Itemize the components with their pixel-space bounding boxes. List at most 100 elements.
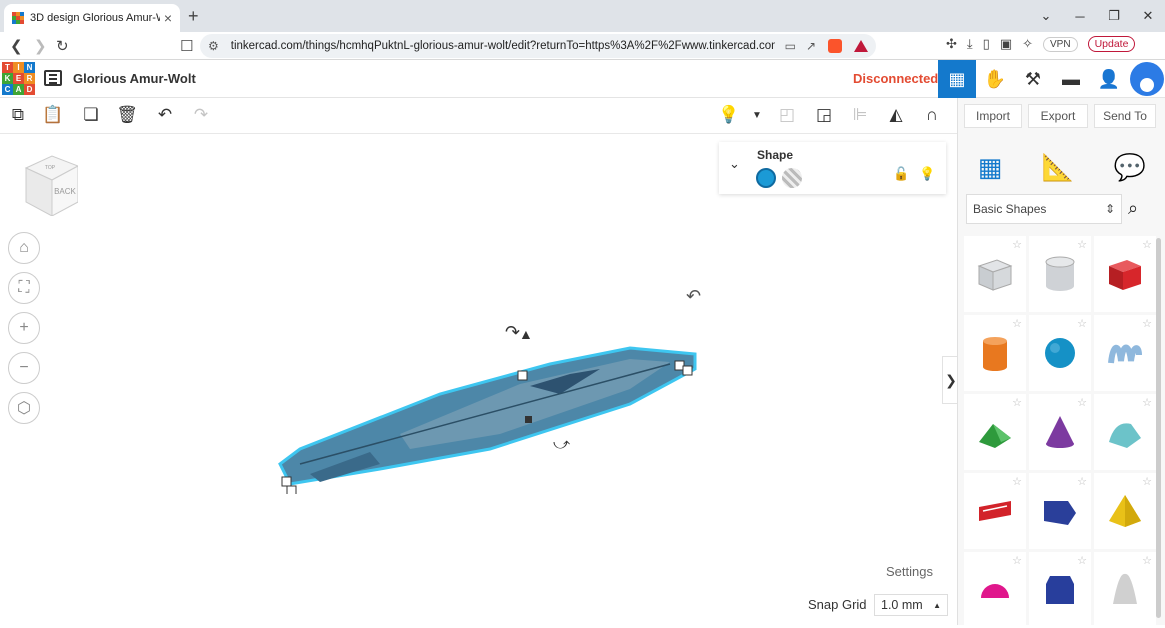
shape-cone[interactable]: ☆ <box>1029 394 1091 470</box>
shape-paraboloid[interactable]: ☆ <box>1094 552 1156 628</box>
rotate-arrow-icon[interactable]: ↶ <box>686 286 701 307</box>
leo-icon[interactable]: ✧ <box>1022 36 1033 52</box>
forward-icon[interactable]: ❯ <box>34 37 47 55</box>
reload-icon[interactable]: ↻ <box>56 37 69 55</box>
home-view-icon[interactable]: ⌂ <box>8 232 40 264</box>
bricks-pickaxe-icon[interactable]: ⚒ <box>1014 60 1052 98</box>
solid-color-swatch[interactable] <box>756 168 776 188</box>
download-icon[interactable]: ⤓ <box>967 36 973 52</box>
shape-roof[interactable]: ☆ <box>964 394 1026 470</box>
favorite-star-icon[interactable]: ☆ <box>1077 317 1087 330</box>
shape-round-roof[interactable]: ☆ <box>1094 394 1156 470</box>
brave-shields-icon[interactable] <box>828 39 842 53</box>
window-close-icon[interactable]: ✕ <box>1131 8 1165 24</box>
height-handle[interactable] <box>525 416 532 423</box>
share-icon[interactable]: ↗ <box>806 39 816 53</box>
align-icon[interactable]: ⊫ <box>849 104 871 126</box>
settings-button[interactable]: Settings <box>880 562 939 581</box>
minimize-icon[interactable]: ─ <box>1063 9 1097 24</box>
shape-cylinder[interactable]: ☆ <box>964 315 1026 391</box>
zoom-out-icon[interactable]: − <box>8 352 40 384</box>
snap-grid-select[interactable]: 1.0 mm ▲ <box>874 594 948 616</box>
bookmark-icon[interactable]: ☐ <box>180 37 193 55</box>
shape-list-scrollbar[interactable] <box>1156 238 1161 618</box>
favorite-star-icon[interactable]: ☆ <box>1012 554 1022 567</box>
blocks-icon[interactable]: ✋ <box>976 60 1014 98</box>
vpn-button[interactable]: VPN <box>1043 36 1078 52</box>
rotate-arrow-icon[interactable]: ⤻ <box>553 436 570 454</box>
favorite-star-icon[interactable]: ☆ <box>1012 317 1022 330</box>
lift-cone-icon[interactable]: ▲ <box>519 326 533 342</box>
shape-library-select[interactable]: Basic Shapes ⇕ <box>966 194 1122 224</box>
user-avatar[interactable] <box>1130 62 1164 96</box>
note-dropdown-icon[interactable]: ▼ <box>746 104 768 126</box>
notes-icon[interactable]: 💬 <box>1114 152 1146 183</box>
light-bulb-icon[interactable]: 💡 <box>919 166 935 182</box>
lego-brick-icon[interactable]: ▬ <box>1052 60 1090 98</box>
import-button[interactable]: Import <box>964 104 1022 128</box>
url-field[interactable]: ⚙ tinkercad.com/things/hcmhqPuktnL-glori… <box>200 34 876 58</box>
resize-handle[interactable] <box>286 485 297 494</box>
favorite-star-icon[interactable]: ☆ <box>1012 396 1022 409</box>
zoom-in-icon[interactable]: + <box>8 312 40 344</box>
send-to-button[interactable]: Send To <box>1094 104 1156 128</box>
collapse-chevron-icon[interactable]: ⌄ <box>729 156 740 172</box>
redo-icon[interactable]: ↷ <box>190 104 212 126</box>
shape-polygon[interactable]: ☆ <box>1029 552 1091 628</box>
lock-icon[interactable]: 🔓 <box>893 166 909 182</box>
site-settings-icon[interactable]: ⚙ <box>208 39 219 53</box>
wallet-icon[interactable]: ▣ <box>1000 36 1012 52</box>
favorite-star-icon[interactable]: ☆ <box>1142 475 1152 488</box>
shape-box-hole[interactable]: ☆ <box>964 236 1026 312</box>
duplicate-icon[interactable]: ❏ <box>80 104 102 126</box>
search-icon[interactable]: ⌕ <box>1128 198 1138 219</box>
selected-model[interactable] <box>270 334 710 494</box>
note-bulb-icon[interactable]: 💡 <box>718 104 740 126</box>
favorite-star-icon[interactable]: ☆ <box>1012 238 1022 251</box>
new-tab-icon[interactable]: + <box>188 6 199 27</box>
tinkercad-logo[interactable]: T I N K E R C A D <box>2 62 35 95</box>
shape-sphere[interactable]: ☆ <box>1029 315 1091 391</box>
add-user-icon[interactable]: 👤 <box>1090 60 1128 98</box>
hole-swatch[interactable] <box>782 168 802 188</box>
copy-icon[interactable]: ⧉ <box>7 104 29 126</box>
resize-handle[interactable] <box>281 476 292 487</box>
paste-icon[interactable]: 📋 <box>42 104 64 126</box>
resize-handle[interactable] <box>517 370 528 381</box>
ortho-view-icon[interactable]: ⬡ <box>8 392 40 424</box>
design-name[interactable]: Glorious Amur-Wolt <box>73 71 196 86</box>
favorite-star-icon[interactable]: ☆ <box>1077 475 1087 488</box>
shape-half-sphere[interactable]: ☆ <box>964 552 1026 628</box>
brave-rewards-icon[interactable] <box>854 40 868 52</box>
back-icon[interactable]: ❮ <box>10 37 23 55</box>
rotate-arrow-icon[interactable]: ↷ <box>505 322 520 343</box>
shape-cylinder-hole[interactable]: ☆ <box>1029 236 1091 312</box>
group-icon[interactable]: ◰ <box>776 104 798 126</box>
shape-pyramid[interactable]: ☆ <box>1094 473 1156 549</box>
shape-text[interactable]: ☆ <box>964 473 1026 549</box>
favorite-star-icon[interactable]: ☆ <box>1077 238 1087 251</box>
update-button[interactable]: Update <box>1087 36 1136 52</box>
ruler-icon[interactable]: 📐 <box>1042 152 1074 183</box>
cast-icon[interactable]: ▭ <box>785 39 796 53</box>
delete-icon[interactable]: 🗑 <box>116 104 138 126</box>
workplane-viewport[interactable]: TOP BACK ⌂ ⛶ + − ⬡ ↷ ▲ ↶ ⤻ ⌄ Shape 🔓 💡 S… <box>0 134 960 625</box>
favorite-star-icon[interactable]: ☆ <box>1077 554 1087 567</box>
favorite-star-icon[interactable]: ☆ <box>1077 396 1087 409</box>
design-list-icon[interactable] <box>44 70 62 86</box>
workplane-grid-icon[interactable]: ▦ <box>978 152 1003 183</box>
mirror-icon[interactable]: ◭ <box>885 104 907 126</box>
browser-tab[interactable]: 3D design Glorious Amur-Wolt × <box>4 4 180 32</box>
favorite-star-icon[interactable]: ☆ <box>1142 317 1152 330</box>
favorite-star-icon[interactable]: ☆ <box>1142 396 1152 409</box>
restore-icon[interactable]: ❐ <box>1097 8 1131 24</box>
shape-box[interactable]: ☆ <box>1094 236 1156 312</box>
export-button[interactable]: Export <box>1028 104 1088 128</box>
tab-search-icon[interactable]: ⌄ <box>1029 8 1063 24</box>
cruise-magnet-icon[interactable]: ∩ <box>921 104 943 126</box>
favorite-star-icon[interactable]: ☆ <box>1012 475 1022 488</box>
extensions-icon[interactable]: ✣ <box>946 36 957 52</box>
tab-close-icon[interactable]: × <box>164 10 172 26</box>
shape-scribble[interactable]: ☆ <box>1094 315 1156 391</box>
resize-handle[interactable] <box>682 365 693 376</box>
